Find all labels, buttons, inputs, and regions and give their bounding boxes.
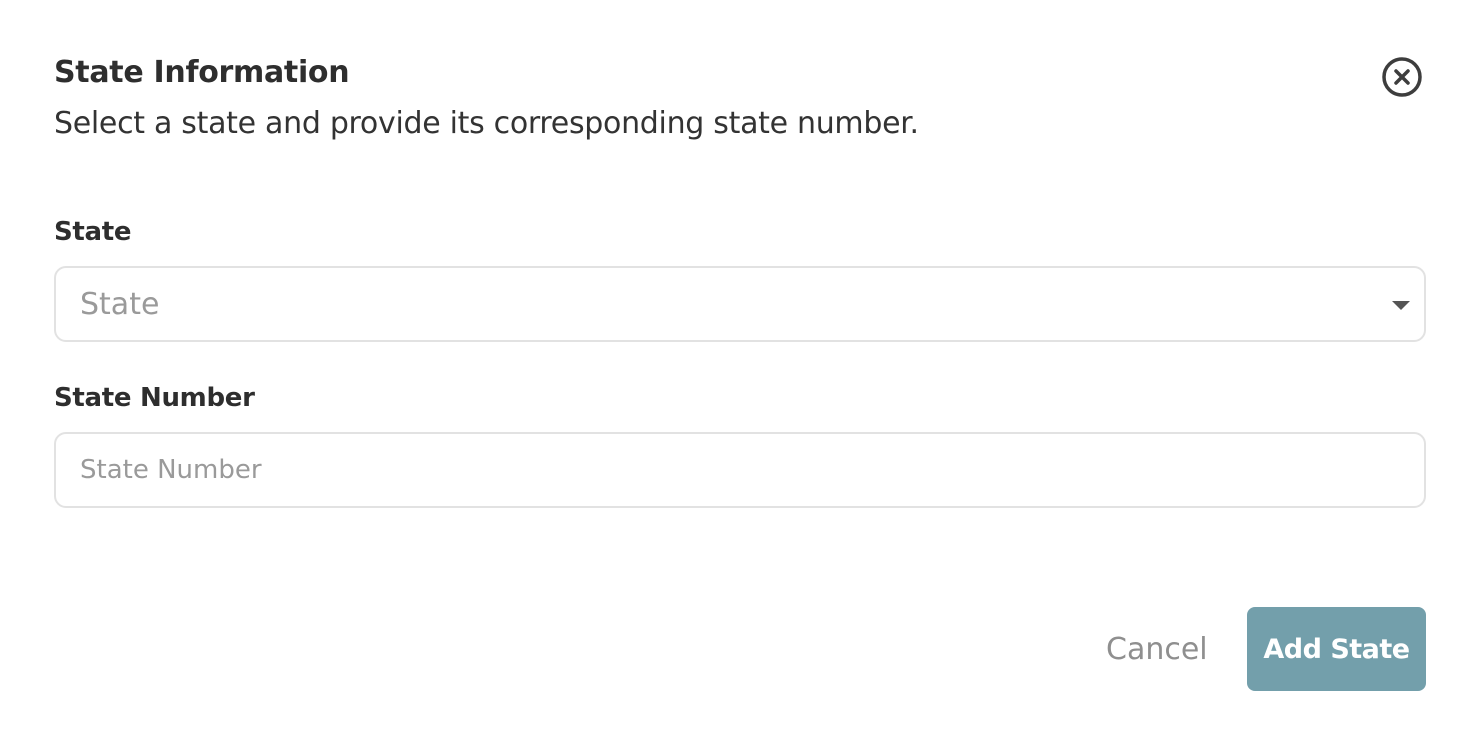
state-number-label: State Number [54, 383, 255, 413]
close-button[interactable] [1380, 55, 1424, 99]
state-label: State [54, 217, 132, 247]
dialog-subtitle: Select a state and provide its correspon… [54, 106, 919, 141]
state-number-input[interactable] [54, 432, 1426, 508]
close-circle-icon [1380, 55, 1424, 99]
caret-down-icon [1392, 301, 1410, 310]
add-state-button[interactable]: Add State [1247, 607, 1426, 691]
cancel-button[interactable]: Cancel [1096, 622, 1218, 676]
state-select[interactable]: State [54, 266, 1426, 342]
state-select-placeholder: State [80, 287, 160, 322]
state-information-dialog: State Information Select a state and pro… [0, 0, 1478, 742]
dialog-title: State Information [54, 55, 350, 90]
